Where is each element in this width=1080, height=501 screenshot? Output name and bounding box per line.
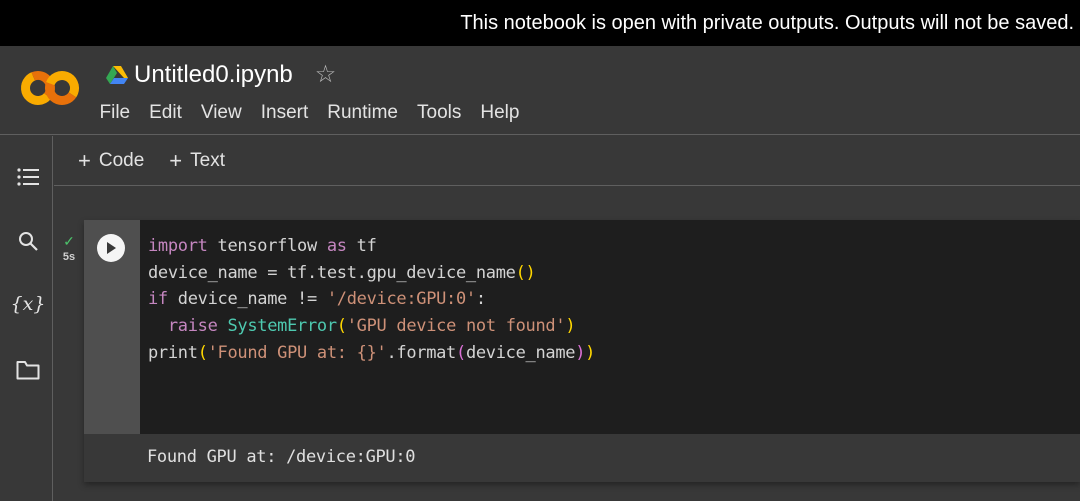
left-sidebar: {x} — [0, 136, 53, 501]
execution-status: ✓ 5s — [56, 234, 82, 263]
play-icon — [107, 242, 116, 254]
run-cell-button[interactable] — [97, 234, 125, 262]
code-line-5: print('Found GPU at: {}'.format(device_n… — [148, 342, 596, 363]
header: Untitled0.ipynb ☆ File Edit View Insert … — [0, 46, 1080, 135]
check-icon: ✓ — [63, 233, 75, 249]
notebook-toolbar: + Code + Text — [54, 136, 1080, 186]
add-text-label: Text — [190, 149, 225, 171]
code-line-1: import tensorflow as tf — [148, 236, 377, 256]
code-line-2: device_name = tf.test.gpu_device_name() — [148, 262, 536, 283]
add-code-button[interactable]: + Code — [78, 147, 145, 173]
search-icon[interactable] — [14, 227, 42, 255]
variables-icon[interactable]: {x} — [11, 290, 46, 318]
private-outputs-banner: This notebook is open with private outpu… — [0, 0, 1080, 46]
code-editor[interactable]: import tensorflow as tf device_name = tf… — [140, 220, 1080, 434]
google-drive-icon — [106, 66, 128, 84]
table-of-contents-icon[interactable] — [14, 163, 42, 191]
colab-logo[interactable] — [20, 70, 80, 106]
menu-file[interactable]: File — [90, 100, 140, 126]
add-code-label: Code — [98, 149, 145, 171]
menu-edit[interactable]: Edit — [140, 100, 192, 126]
menu-view[interactable]: View — [191, 100, 251, 126]
add-text-button[interactable]: + Text — [169, 147, 225, 173]
code-cell[interactable]: import tensorflow as tf device_name = tf… — [84, 220, 1080, 482]
plus-icon: + — [169, 147, 183, 173]
plus-icon: + — [78, 147, 91, 173]
banner-message: This notebook is open with private outpu… — [460, 12, 1074, 34]
menu-tools[interactable]: Tools — [408, 100, 471, 126]
code-line-4: raise SystemError('GPU device not found'… — [167, 316, 576, 337]
cell-gutter — [84, 220, 140, 434]
title-row: Untitled0.ipynb ☆ — [106, 60, 336, 90]
menu-bar: File Edit View Insert Runtime Tools Help — [90, 100, 529, 126]
menu-help[interactable]: Help — [471, 100, 529, 126]
notebook-title[interactable]: Untitled0.ipynb — [134, 61, 293, 89]
folder-icon[interactable] — [14, 356, 42, 384]
menu-insert[interactable]: Insert — [251, 100, 318, 126]
menu-runtime[interactable]: Runtime — [318, 100, 408, 126]
output-text: Found GPU at: /device:GPU:0 — [147, 447, 416, 467]
code-line-3: if device_name != '/device:GPU:0': — [148, 289, 486, 310]
execution-time: 5s — [62, 251, 76, 263]
star-icon[interactable]: ☆ — [315, 63, 337, 87]
cell-output: Found GPU at: /device:GPU:0 — [84, 434, 1080, 482]
